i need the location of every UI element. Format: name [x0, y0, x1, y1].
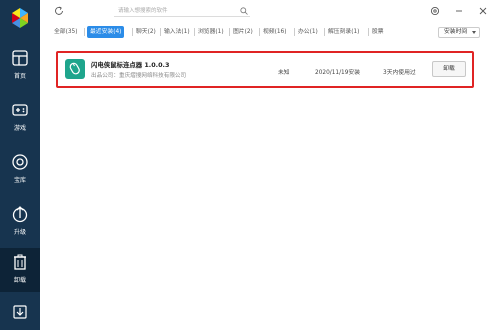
- tab-divider: [294, 28, 295, 36]
- tab-divider: [368, 28, 369, 36]
- app-name: 闪电侠鼠标连点器 1.0.0.3: [91, 61, 170, 69]
- app-install-date: 2020/11/19安装: [315, 70, 361, 76]
- tab-compress[interactable]: 解压刻录(1): [328, 26, 359, 38]
- tab-divider: [324, 28, 325, 36]
- sidebar-download-button[interactable]: [0, 296, 40, 330]
- app-usage: 3天内使用过: [383, 70, 416, 76]
- app-logo-icon: [12, 8, 28, 28]
- sidebar-item-label: 宝库: [13, 177, 26, 184]
- home-icon: [12, 50, 28, 66]
- sidebar-item-label: 游戏: [13, 125, 26, 132]
- tab-divider: [229, 28, 230, 36]
- tab-input-method[interactable]: 输入法(1): [164, 26, 190, 38]
- search-input[interactable]: [114, 5, 234, 16]
- tab-divider: [132, 28, 133, 36]
- tab-divider: [160, 28, 161, 36]
- refresh-icon[interactable]: [54, 6, 64, 16]
- tab-all[interactable]: 全部(35): [54, 26, 78, 38]
- tab-stocks[interactable]: 股票: [372, 26, 384, 38]
- app-size: 未知: [278, 70, 290, 76]
- treasure-icon: [12, 154, 28, 170]
- sidebar-item-label: 首页: [13, 73, 26, 80]
- minimize-icon[interactable]: [454, 6, 464, 16]
- sort-dropdown-label: 安装时间: [444, 29, 468, 35]
- settings-icon[interactable]: [430, 6, 440, 16]
- chevron-down-icon: [472, 31, 476, 34]
- tab-recent-installs[interactable]: 最近安装(4): [87, 26, 125, 38]
- tab-divider: [194, 28, 195, 36]
- tab-browser[interactable]: 浏览器(1): [198, 26, 224, 38]
- trash-icon: [14, 254, 26, 270]
- sort-dropdown[interactable]: 安装时间: [438, 27, 480, 38]
- close-icon[interactable]: [478, 6, 488, 16]
- download-icon: [13, 305, 27, 319]
- app-company: 出品公司：重庆熠搜网络科技有限公司: [91, 73, 187, 79]
- tab-images[interactable]: 图片(2): [233, 26, 253, 38]
- sidebar-item-treasure[interactable]: 宝库: [0, 148, 40, 192]
- tab-divider: [84, 28, 85, 36]
- sidebar-item-label: 升级: [13, 229, 26, 236]
- sidebar-item-label: 卸载: [13, 277, 26, 284]
- sidebar-item-uninstall[interactable]: 卸载: [0, 248, 40, 292]
- sidebar-item-games[interactable]: 游戏: [0, 96, 40, 140]
- tab-chat[interactable]: 聊天(2): [136, 26, 156, 38]
- sidebar-item-home[interactable]: 首页: [0, 44, 40, 88]
- sidebar-item-upgrade[interactable]: 升级: [0, 200, 40, 244]
- top-bar: [40, 0, 500, 22]
- search-box: [114, 5, 250, 17]
- gamepad-icon: [12, 104, 28, 116]
- list-item[interactable]: 闪电侠鼠标连点器 1.0.0.3 出品公司：重庆熠搜网络科技有限公司 未知 20…: [59, 54, 471, 85]
- app-icon: [65, 59, 85, 79]
- tab-video[interactable]: 视频(16): [263, 26, 287, 38]
- uninstall-button[interactable]: 卸载: [432, 61, 466, 77]
- mouse-icon: [69, 62, 80, 75]
- tab-office[interactable]: 办公(1): [298, 26, 318, 38]
- sidebar: 首页 游戏 宝库 升级 卸载: [0, 0, 40, 330]
- tab-divider: [259, 28, 260, 36]
- search-icon[interactable]: [240, 7, 248, 15]
- upgrade-icon: [12, 206, 28, 223]
